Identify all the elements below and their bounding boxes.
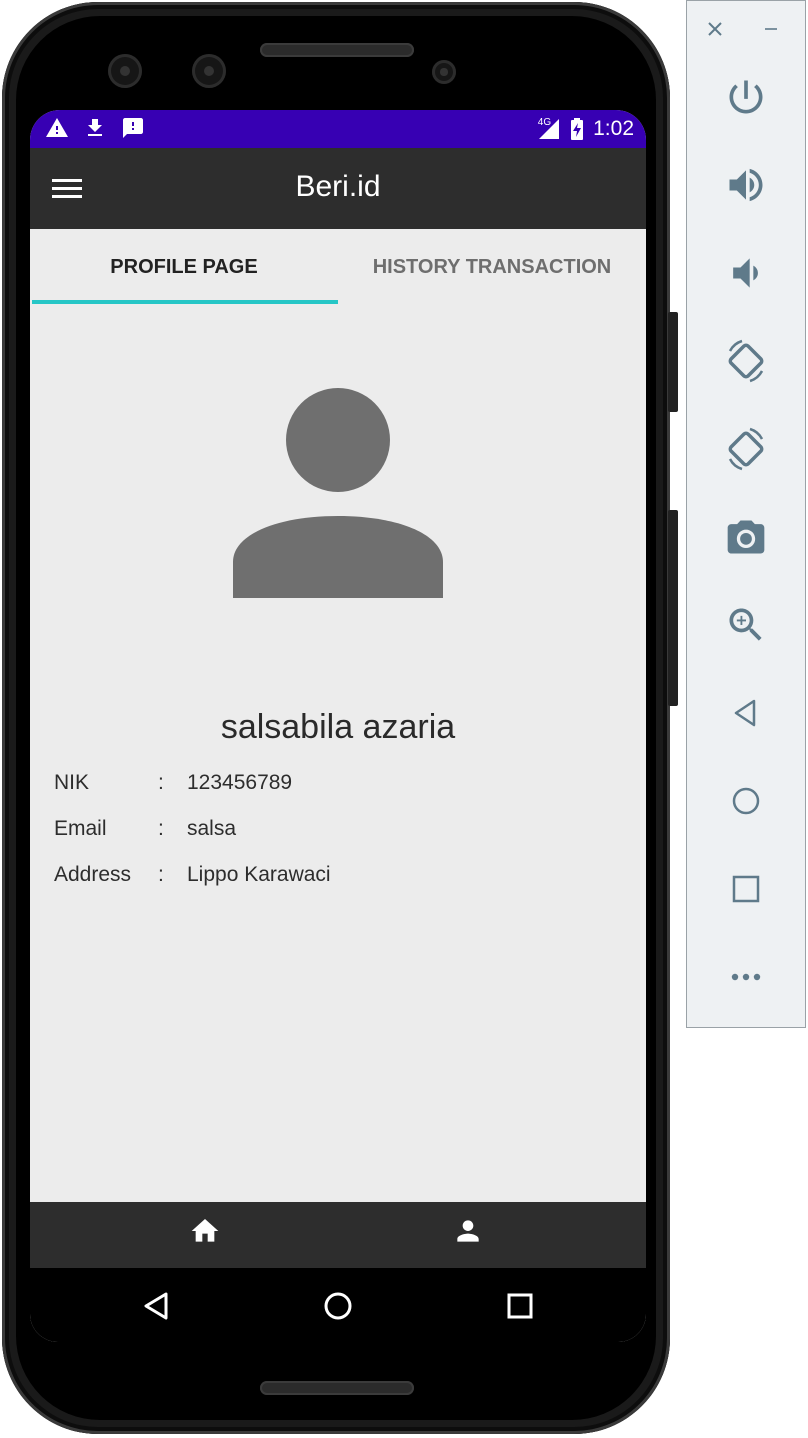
bottom-navigation bbox=[30, 1202, 646, 1268]
tab-history-transaction[interactable]: HISTORY TRANSACTION bbox=[338, 229, 646, 305]
minimize-icon bbox=[765, 28, 777, 30]
close-icon bbox=[708, 22, 722, 36]
rotate-right-button[interactable] bbox=[718, 421, 774, 477]
address-label: Address bbox=[54, 863, 132, 886]
emulator-home-button[interactable] bbox=[718, 773, 774, 829]
status-bar: 4G 1:02 bbox=[30, 110, 646, 148]
battery-charging-icon bbox=[571, 118, 584, 140]
more-icon bbox=[731, 973, 761, 981]
front-camera-2 bbox=[192, 54, 226, 88]
proximity-sensor bbox=[432, 60, 456, 84]
volume-down-button[interactable] bbox=[718, 245, 774, 301]
system-back-button[interactable] bbox=[136, 1286, 176, 1326]
screenshot-button[interactable] bbox=[718, 509, 774, 565]
rotate-right-icon bbox=[728, 427, 764, 471]
volume-down-icon bbox=[733, 258, 758, 288]
zoom-icon bbox=[729, 608, 762, 641]
minimize-button[interactable] bbox=[751, 5, 791, 53]
top-speaker bbox=[260, 43, 414, 57]
download-icon bbox=[88, 119, 102, 136]
back-icon bbox=[734, 699, 756, 727]
power-icon bbox=[729, 80, 763, 114]
rotate-left-button[interactable] bbox=[718, 333, 774, 389]
profile-name: salsabila azaria bbox=[220, 708, 456, 746]
system-recents-button[interactable] bbox=[500, 1286, 540, 1326]
recents-icon bbox=[507, 1293, 533, 1319]
more-button[interactable] bbox=[718, 949, 774, 1005]
bottom-nav-home[interactable] bbox=[30, 1202, 338, 1268]
overview-icon bbox=[732, 875, 760, 903]
close-button[interactable] bbox=[695, 5, 735, 53]
volume-up-icon bbox=[729, 168, 763, 202]
email-value: salsa bbox=[187, 817, 237, 840]
app-bar: Beri.id bbox=[30, 148, 646, 229]
email-colon: : bbox=[158, 817, 164, 840]
email-label: Email bbox=[54, 817, 107, 840]
app-title: Beri.id bbox=[295, 170, 381, 203]
nik-label: NIK bbox=[54, 771, 90, 794]
camera-icon bbox=[727, 520, 765, 554]
address-colon: : bbox=[158, 863, 164, 886]
nik-value: 123456789 bbox=[187, 771, 293, 794]
emulator-overview-button[interactable] bbox=[718, 861, 774, 917]
tab-indicator bbox=[32, 300, 338, 304]
feedback-icon bbox=[123, 118, 143, 138]
warning-icon bbox=[46, 118, 68, 137]
status-time: 1:02 bbox=[593, 117, 634, 140]
network-type-label: 4G bbox=[537, 116, 552, 128]
volume-up-button[interactable] bbox=[718, 157, 774, 213]
person-icon bbox=[457, 1220, 479, 1242]
home-icon bbox=[191, 1219, 219, 1242]
person-avatar-icon bbox=[233, 388, 443, 598]
front-camera-1 bbox=[108, 54, 142, 88]
system-navigation-bar bbox=[30, 1268, 646, 1342]
system-home-button[interactable] bbox=[318, 1286, 358, 1326]
home-icon bbox=[732, 787, 760, 815]
emulator-back-button[interactable] bbox=[718, 685, 774, 741]
zoom-button[interactable] bbox=[718, 597, 774, 653]
home-circle-icon bbox=[324, 1292, 352, 1320]
tab-profile-page[interactable]: PROFILE PAGE bbox=[30, 229, 338, 305]
phone-screen: 4G 1:02 Beri.id PROFILE PAGE HISTORY TRA… bbox=[30, 110, 646, 1342]
rotate-left-icon bbox=[728, 339, 764, 383]
bottom-nav-profile[interactable] bbox=[338, 1202, 646, 1268]
emulator-toolbar bbox=[686, 0, 806, 1028]
nik-colon: : bbox=[158, 771, 164, 794]
side-power-button[interactable] bbox=[668, 312, 678, 412]
power-button[interactable] bbox=[718, 69, 774, 125]
side-volume-button[interactable] bbox=[668, 510, 678, 706]
back-icon bbox=[144, 1292, 168, 1320]
bottom-speaker bbox=[260, 1381, 414, 1395]
address-value: Lippo Karawaci bbox=[187, 863, 331, 886]
tab-bar: PROFILE PAGE HISTORY TRANSACTION bbox=[30, 229, 646, 305]
